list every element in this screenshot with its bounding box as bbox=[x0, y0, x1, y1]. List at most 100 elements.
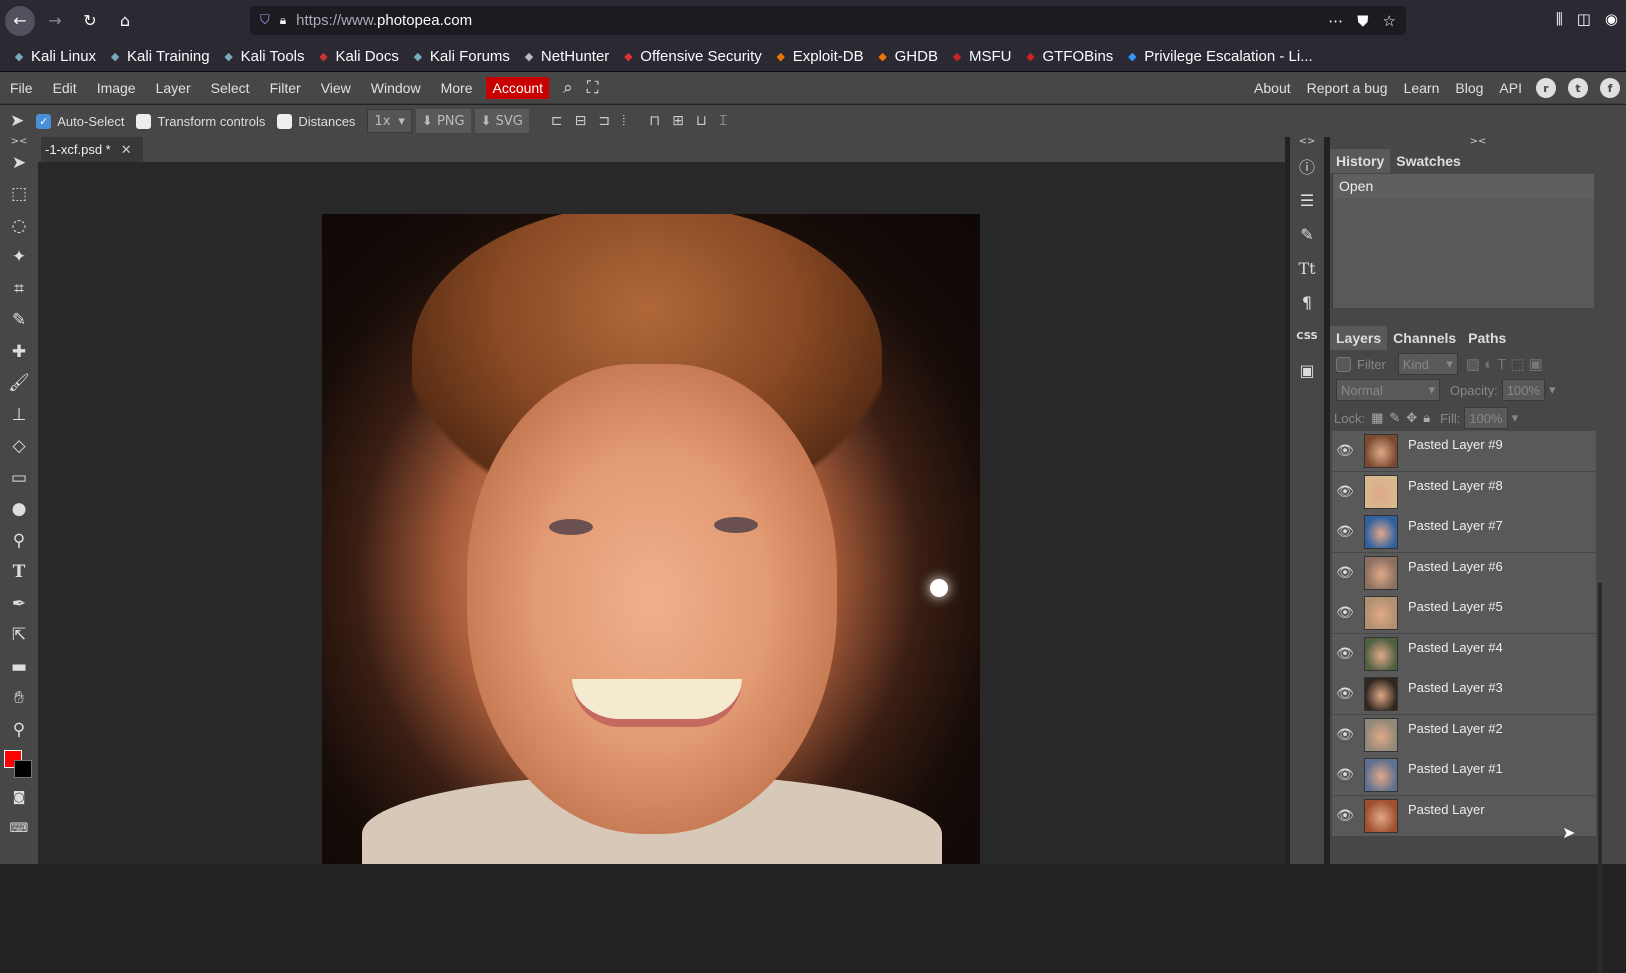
align-left-icon[interactable]: ⊏ bbox=[551, 113, 563, 129]
distribute-h-icon[interactable]: ⦙ bbox=[622, 113, 625, 129]
bookmark-item[interactable]: ◆ Kali Docs bbox=[317, 48, 399, 65]
visibility-eye-icon[interactable]: 👁︎ bbox=[1332, 524, 1358, 540]
layer-row[interactable]: 👁︎ Pasted Layer #9 bbox=[1332, 431, 1596, 472]
rectangle-tool-icon[interactable]: ▬ bbox=[0, 651, 38, 683]
brush-tool-icon[interactable]: 🖌︎ bbox=[0, 368, 38, 400]
pocket-icon[interactable]: ⛊ bbox=[1357, 12, 1368, 30]
tab-swatches[interactable]: Swatches bbox=[1390, 149, 1467, 173]
facebook-icon[interactable]: f bbox=[1600, 78, 1620, 98]
canvas-image[interactable] bbox=[322, 214, 980, 864]
menu-edit[interactable]: Edit bbox=[43, 80, 87, 96]
page-actions-icon[interactable]: ⋯ bbox=[1328, 12, 1343, 30]
visibility-eye-icon[interactable]: 👁︎ bbox=[1332, 443, 1358, 459]
fullscreen-icon[interactable]: ⛶ bbox=[587, 78, 599, 98]
bookmark-item[interactable]: ◆ MSFU bbox=[950, 48, 1012, 65]
menu-more[interactable]: More bbox=[431, 80, 483, 96]
layer-row[interactable]: 👁︎ Pasted Layer #7 bbox=[1332, 512, 1596, 553]
menu-window[interactable]: Window bbox=[361, 80, 431, 96]
pen-tool-icon[interactable]: ✒ bbox=[0, 588, 38, 620]
align-center-h-icon[interactable]: ⊟ bbox=[575, 113, 587, 129]
lock-transparency-icon[interactable]: ▦ bbox=[1371, 410, 1383, 426]
gradient-tool-icon[interactable]: ▭ bbox=[0, 462, 38, 494]
bookmark-item[interactable]: ◆ Privilege Escalation - Li... bbox=[1125, 48, 1313, 65]
reddit-icon[interactable]: r bbox=[1536, 78, 1556, 98]
align-right-icon[interactable]: ⊐ bbox=[598, 113, 610, 129]
filter-shape-icon[interactable]: ⬚ bbox=[1510, 355, 1524, 373]
character-icon[interactable]: Tt bbox=[1290, 251, 1324, 285]
bookmark-star-icon[interactable]: ☆ bbox=[1383, 12, 1396, 30]
visibility-eye-icon[interactable]: 👁︎ bbox=[1332, 727, 1358, 743]
bookmark-item[interactable]: ◆ Kali Tools bbox=[222, 48, 304, 65]
bookmark-item[interactable]: ◆ Exploit-DB bbox=[774, 48, 864, 65]
tracking-shield-icon[interactable]: ⛉ bbox=[260, 13, 270, 28]
align-top-icon[interactable]: ⊓ bbox=[649, 113, 660, 129]
expand-toggle-icon[interactable]: <> bbox=[1290, 137, 1324, 149]
reload-button[interactable]: ↻ bbox=[75, 6, 105, 36]
address-bar[interactable]: ⛉ 🔒︎ https://www.photopea.com ⋯ ⛊ ☆ bbox=[250, 6, 1406, 35]
path-select-tool-icon[interactable]: ⇱ bbox=[0, 620, 38, 652]
distribute-v-icon[interactable]: ⌶ bbox=[719, 113, 727, 129]
auto-select-checkbox[interactable]: ✓ Auto-Select bbox=[36, 113, 124, 129]
menu-link[interactable]: API bbox=[1491, 80, 1530, 96]
healing-brush-tool-icon[interactable]: ✚ bbox=[0, 336, 38, 368]
layer-row[interactable]: 👁︎ Pasted Layer #3 bbox=[1332, 674, 1596, 715]
lock-position-icon[interactable]: ✥ bbox=[1406, 410, 1417, 426]
bookmark-item[interactable]: ◆ Offensive Security bbox=[621, 48, 762, 65]
fill-field[interactable]: 100% bbox=[1464, 407, 1508, 429]
panel-collapse-icon[interactable]: >< bbox=[1330, 137, 1626, 149]
transform-controls-checkbox[interactable]: Transform controls bbox=[136, 113, 265, 129]
visibility-eye-icon[interactable]: 👁︎ bbox=[1332, 767, 1358, 783]
menu-link[interactable]: About bbox=[1246, 80, 1299, 96]
opacity-field[interactable]: 100% bbox=[1501, 379, 1545, 401]
visibility-eye-icon[interactable]: 👁︎ bbox=[1332, 646, 1358, 662]
align-bottom-icon[interactable]: ⊔ bbox=[696, 113, 707, 129]
document-tab[interactable]: -1-xcf.psd * ✕ bbox=[41, 137, 143, 162]
export-svg-button[interactable]: ⬇ SVG bbox=[474, 109, 529, 133]
background-color-swatch[interactable] bbox=[14, 759, 32, 778]
layers-scrollbar[interactable] bbox=[1598, 583, 1602, 973]
layer-row[interactable]: 👁︎ Pasted Layer #8 bbox=[1332, 471, 1596, 513]
menu-filter[interactable]: Filter bbox=[260, 80, 311, 96]
filter-type-icon[interactable]: T bbox=[1497, 356, 1506, 373]
layer-row[interactable]: 👁︎ Pasted Layer #1 bbox=[1332, 755, 1596, 796]
menu-link[interactable]: Report a bug bbox=[1299, 80, 1396, 96]
visibility-eye-icon[interactable]: 👁︎ bbox=[1332, 484, 1358, 500]
filter-image-icon[interactable]: ▨ bbox=[1466, 355, 1480, 373]
crop-tool-icon[interactable]: ⌗ bbox=[0, 273, 38, 305]
visibility-eye-icon[interactable]: 👁︎ bbox=[1332, 808, 1358, 824]
tab-channels[interactable]: Channels bbox=[1387, 326, 1462, 350]
move-tool-icon[interactable]: ➤ bbox=[0, 147, 38, 179]
history-item[interactable]: Open bbox=[1333, 174, 1594, 198]
visibility-eye-icon[interactable]: 👁︎ bbox=[1332, 605, 1358, 621]
twitter-icon[interactable]: t bbox=[1568, 78, 1588, 98]
export-scale-dropdown[interactable]: 1x ▾ bbox=[367, 109, 412, 133]
bookmark-item[interactable]: ◆ GTFOBins bbox=[1023, 48, 1113, 65]
filter-adjustment-icon[interactable]: ◐ bbox=[1484, 356, 1493, 373]
back-button[interactable]: ← bbox=[5, 5, 35, 36]
chevron-down-icon[interactable]: ▾ bbox=[1512, 410, 1519, 426]
account-button[interactable]: Account bbox=[486, 76, 550, 99]
account-icon[interactable]: ◉ bbox=[1605, 10, 1618, 28]
sidebar-icon[interactable]: ◫ bbox=[1577, 10, 1591, 28]
library-icon[interactable]: ⫼ bbox=[1556, 10, 1563, 28]
canvas-area[interactable] bbox=[38, 162, 1285, 864]
layer-row[interactable]: 👁︎ Pasted Layer #2 bbox=[1332, 714, 1596, 756]
layer-row[interactable]: 👁︎ Pasted Layer #5 bbox=[1332, 593, 1596, 634]
collapse-toggle-icon[interactable]: >< bbox=[0, 137, 38, 147]
layer-row[interactable]: 👁︎ Pasted Layer #4 bbox=[1332, 633, 1596, 675]
menu-link[interactable]: Blog bbox=[1447, 80, 1491, 96]
visibility-eye-icon[interactable]: 👁︎ bbox=[1332, 565, 1358, 581]
lasso-tool-icon[interactable]: ◌ bbox=[0, 210, 38, 242]
bookmark-item[interactable]: ◆ Kali Linux bbox=[12, 48, 96, 65]
menu-file[interactable]: File bbox=[0, 80, 43, 96]
align-middle-icon[interactable]: ⊞ bbox=[672, 113, 684, 129]
paragraph-icon[interactable]: ¶ bbox=[1290, 285, 1324, 319]
layer-row[interactable]: 👁︎ Pasted Layer #6 bbox=[1332, 552, 1596, 594]
info-icon[interactable]: ⓘ bbox=[1290, 149, 1324, 183]
menu-view[interactable]: View bbox=[311, 80, 361, 96]
export-png-button[interactable]: ⬇ PNG bbox=[415, 109, 471, 133]
clone-stamp-tool-icon[interactable]: ⊥ bbox=[0, 399, 38, 431]
blur-tool-icon[interactable]: ● bbox=[0, 494, 38, 526]
magic-wand-tool-icon[interactable]: ✦ bbox=[0, 242, 38, 274]
marquee-tool-icon[interactable]: ⬚ bbox=[0, 179, 38, 211]
